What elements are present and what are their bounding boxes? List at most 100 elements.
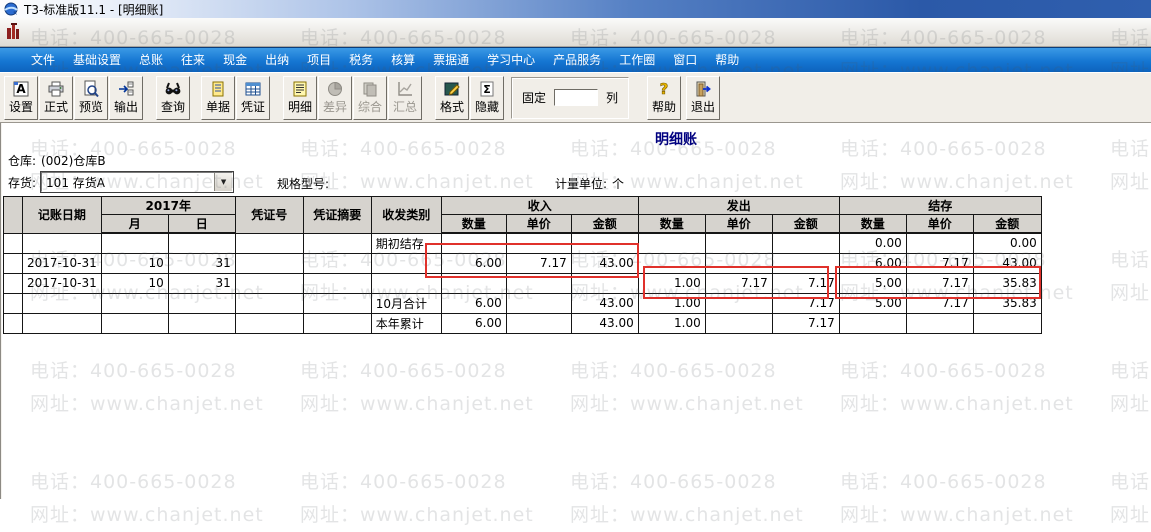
menu-item-6[interactable]: 出纳 bbox=[256, 48, 298, 72]
menu-item-8[interactable]: 税务 bbox=[340, 48, 382, 72]
cell-r1-c14[interactable]: 7.17 bbox=[905, 252, 974, 274]
detail-button[interactable]: 明细 bbox=[283, 75, 317, 120]
menu-item-11[interactable]: 学习中心 bbox=[478, 48, 544, 72]
cell-r1-c13[interactable]: 6.00 bbox=[838, 252, 907, 274]
cell-r1-c9[interactable]: 43.00 bbox=[570, 252, 639, 274]
cell-r1-c1[interactable]: 2017-10-31 bbox=[22, 252, 102, 274]
cell-r2-c8[interactable] bbox=[505, 272, 572, 294]
cell-r0-c6[interactable]: 期初结存 bbox=[370, 232, 442, 254]
voucher-button[interactable]: 凭证 bbox=[236, 75, 270, 120]
cell-r3-c10[interactable]: 1.00 bbox=[637, 292, 706, 314]
cell-r3-c12[interactable]: 7.17 bbox=[771, 292, 840, 314]
cell-r0-c4[interactable] bbox=[234, 232, 304, 254]
cell-r0-c7[interactable] bbox=[440, 232, 507, 254]
cell-r1-c6[interactable] bbox=[370, 252, 442, 274]
cell-r0-c3[interactable] bbox=[167, 232, 236, 254]
menu-item-12[interactable]: 产品服务 bbox=[544, 48, 610, 72]
cell-r2-c6[interactable] bbox=[370, 272, 442, 294]
cell-r3-c5[interactable] bbox=[302, 292, 372, 314]
export-button[interactable]: 输出 bbox=[109, 75, 143, 120]
cell-r2-c15[interactable]: 35.83 bbox=[972, 272, 1042, 294]
cell-r2-c3[interactable]: 31 bbox=[167, 272, 236, 294]
cell-r2-c1[interactable]: 2017-10-31 bbox=[22, 272, 102, 294]
cell-r1-c10[interactable] bbox=[637, 252, 706, 274]
cell-r4-c13[interactable] bbox=[838, 312, 907, 334]
cell-r0-c10[interactable] bbox=[637, 232, 706, 254]
cell-r0-c2[interactable] bbox=[100, 232, 169, 254]
cell-r0-c12[interactable] bbox=[771, 232, 840, 254]
menu-item-1[interactable]: 文件 bbox=[22, 48, 64, 72]
cell-r2-c7[interactable] bbox=[440, 272, 507, 294]
cell-r0-c8[interactable] bbox=[505, 232, 572, 254]
menu-item-3[interactable]: 总账 bbox=[130, 48, 172, 72]
cell-r2-c0[interactable] bbox=[3, 272, 23, 294]
cell-r3-c7[interactable]: 6.00 bbox=[440, 292, 507, 314]
cell-r4-c10[interactable]: 1.00 bbox=[637, 312, 706, 334]
menu-item-7[interactable]: 项目 bbox=[298, 48, 340, 72]
cell-r4-c8[interactable] bbox=[505, 312, 572, 334]
cell-r2-c2[interactable]: 10 bbox=[100, 272, 169, 294]
cell-r1-c12[interactable] bbox=[771, 252, 840, 274]
cell-r4-c5[interactable] bbox=[302, 312, 372, 334]
cell-r1-c2[interactable]: 10 bbox=[100, 252, 169, 274]
format-button[interactable]: 格式 bbox=[435, 75, 469, 120]
menu-item-13[interactable]: 工作圈 bbox=[610, 48, 664, 72]
cell-r1-c11[interactable] bbox=[704, 252, 773, 274]
cell-r4-c6[interactable]: 本年累计 bbox=[370, 312, 442, 334]
cell-r1-c8[interactable]: 7.17 bbox=[505, 252, 572, 274]
cell-r2-c5[interactable] bbox=[302, 272, 372, 294]
cell-r2-c14[interactable]: 7.17 bbox=[905, 272, 974, 294]
cell-r0-c9[interactable] bbox=[570, 232, 639, 254]
menu-item-5[interactable]: 现金 bbox=[214, 48, 256, 72]
cell-r2-c13[interactable]: 5.00 bbox=[838, 272, 907, 294]
menu-item-15[interactable]: 帮助 bbox=[706, 48, 748, 72]
cell-r4-c3[interactable] bbox=[167, 312, 236, 334]
cell-r2-c12[interactable]: 7.17 bbox=[771, 272, 840, 294]
chevron-down-icon[interactable]: ▼ bbox=[214, 173, 233, 191]
cell-r3-c0[interactable] bbox=[3, 292, 23, 314]
menu-item-10[interactable]: 票据通 bbox=[424, 48, 478, 72]
cell-r4-c9[interactable]: 43.00 bbox=[570, 312, 639, 334]
cell-r0-c13[interactable]: 0.00 bbox=[838, 232, 907, 254]
menu-item-14[interactable]: 窗口 bbox=[664, 48, 706, 72]
cell-r3-c3[interactable] bbox=[167, 292, 236, 314]
menu-item-4[interactable]: 往来 bbox=[172, 48, 214, 72]
cell-r0-c15[interactable]: 0.00 bbox=[972, 232, 1042, 254]
cell-r4-c0[interactable] bbox=[3, 312, 23, 334]
cell-r3-c13[interactable]: 5.00 bbox=[838, 292, 907, 314]
cell-r1-c15[interactable]: 43.00 bbox=[972, 252, 1042, 274]
menu-item-2[interactable]: 基础设置 bbox=[64, 48, 130, 72]
cell-r1-c5[interactable] bbox=[302, 252, 372, 274]
cell-r3-c4[interactable] bbox=[234, 292, 304, 314]
cell-r4-c7[interactable]: 6.00 bbox=[440, 312, 507, 334]
cell-r1-c4[interactable] bbox=[234, 252, 304, 274]
cell-r0-c11[interactable] bbox=[704, 232, 773, 254]
cell-r3-c14[interactable]: 7.17 bbox=[905, 292, 974, 314]
cell-r4-c12[interactable]: 7.17 bbox=[771, 312, 840, 334]
exit-button[interactable]: 退出 bbox=[686, 75, 721, 120]
cell-r1-c3[interactable]: 31 bbox=[167, 252, 236, 274]
cell-r4-c4[interactable] bbox=[234, 312, 304, 334]
cell-r2-c4[interactable] bbox=[234, 272, 304, 294]
hide-button[interactable]: Σ 隐藏 bbox=[470, 75, 504, 120]
cell-r3-c1[interactable] bbox=[22, 292, 102, 314]
settings-button[interactable]: A 设置 bbox=[4, 75, 38, 120]
cell-r0-c1[interactable] bbox=[22, 232, 102, 254]
cell-r0-c0[interactable] bbox=[3, 232, 23, 254]
cell-r0-c14[interactable] bbox=[905, 232, 974, 254]
cell-r4-c1[interactable] bbox=[22, 312, 102, 334]
search-button[interactable]: 查询 bbox=[156, 75, 190, 120]
app-icon[interactable] bbox=[4, 2, 18, 16]
preview-button[interactable]: 预览 bbox=[74, 75, 108, 120]
cell-r4-c14[interactable] bbox=[905, 312, 974, 334]
cell-r3-c15[interactable]: 35.83 bbox=[972, 292, 1042, 314]
stock-select[interactable]: 101 存货A ▼ bbox=[40, 171, 235, 193]
cell-r1-c0[interactable] bbox=[3, 252, 23, 274]
cell-r2-c9[interactable] bbox=[570, 272, 639, 294]
fixed-columns-input[interactable] bbox=[554, 89, 599, 106]
menu-item-9[interactable]: 核算 bbox=[382, 48, 424, 72]
help-button[interactable]: ? 帮助 bbox=[647, 75, 682, 120]
cell-r3-c2[interactable] bbox=[100, 292, 169, 314]
print-button[interactable]: 正式 bbox=[39, 75, 73, 120]
document-button[interactable]: 单据 bbox=[201, 75, 235, 120]
